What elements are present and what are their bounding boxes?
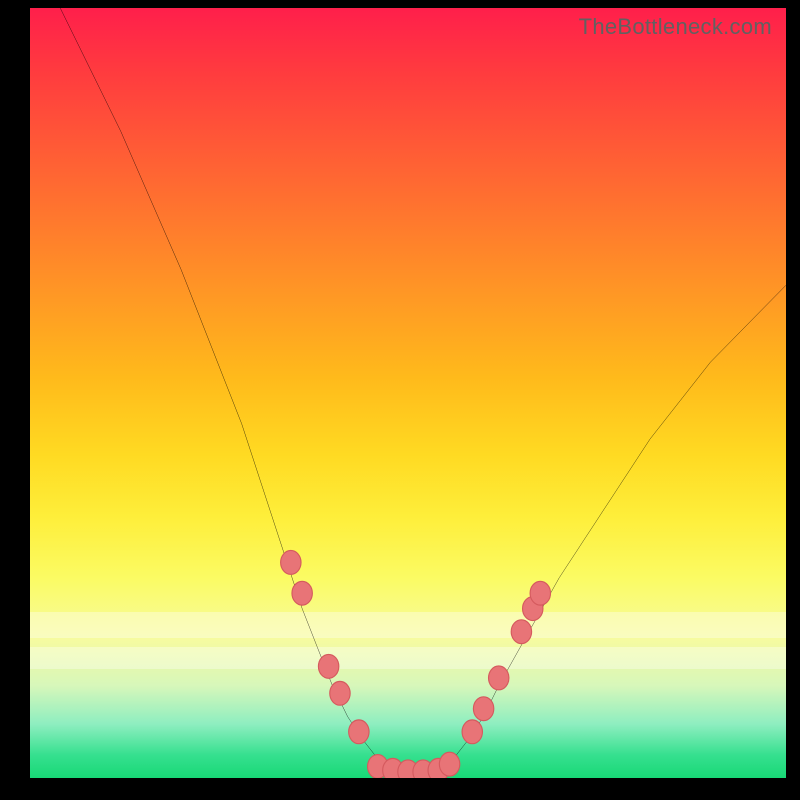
chart-frame: TheBottleneck.com	[0, 0, 800, 800]
marker-layer	[281, 550, 551, 778]
marker-bottom-5	[439, 752, 459, 776]
chart-svg	[30, 8, 786, 778]
left-curve-path	[60, 8, 393, 770]
marker-left-1	[292, 581, 312, 605]
right-curve-path	[438, 285, 786, 770]
marker-right-0	[462, 720, 482, 744]
marker-right-1	[473, 697, 493, 721]
marker-left-2	[318, 654, 338, 678]
marker-left-3	[330, 681, 350, 705]
marker-right-2	[489, 666, 509, 690]
marker-right-5	[530, 581, 550, 605]
marker-right-3	[511, 620, 531, 644]
marker-left-4	[349, 720, 369, 744]
marker-left-0	[281, 550, 301, 574]
curve-layer	[60, 8, 786, 772]
chart-plot-area: TheBottleneck.com	[30, 8, 786, 778]
